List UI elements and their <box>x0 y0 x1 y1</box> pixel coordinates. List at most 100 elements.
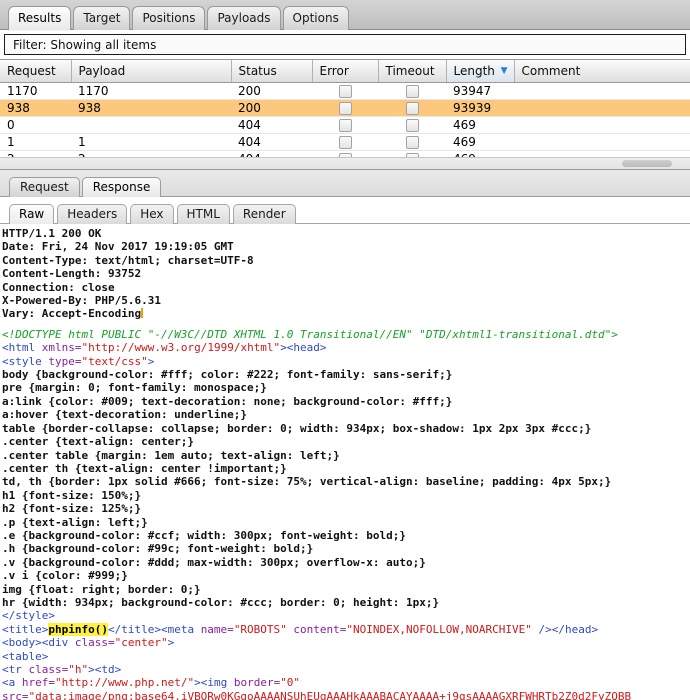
tab-html[interactable]: HTML <box>177 204 230 224</box>
col-header-error[interactable]: Error <box>312 60 378 82</box>
code-segment: .v i {color: #999;} <box>2 569 128 582</box>
tab-hex[interactable]: Hex <box>130 204 173 224</box>
response-body-line: table {border-collapse: collapse; border… <box>2 422 690 435</box>
tab-results[interactable]: Results <box>8 6 71 30</box>
timeout-checkbox[interactable] <box>406 85 419 98</box>
error-checkbox[interactable] <box>339 119 352 132</box>
response-body-line: <title>phpinfo()</title><meta name="ROBO… <box>2 623 690 636</box>
sort-descending-icon[interactable]: ▼ <box>501 66 508 76</box>
error-checkbox[interactable] <box>339 85 352 98</box>
code-segment: "NOINDEX,NOFOLLOW,NOARCHIVE" <box>346 623 531 636</box>
code-segment: img {float: right; border: 0;} <box>2 583 201 596</box>
code-segment: href= <box>22 676 55 689</box>
table-row[interactable]: 938 938 200 93939 <box>0 99 690 116</box>
response-header-line: HTTP/1.1 200 OK <box>2 227 690 240</box>
code-segment: <a <box>2 676 22 689</box>
tab-render[interactable]: Render <box>233 204 296 224</box>
col-header-status[interactable]: Status <box>231 60 312 82</box>
tab-response[interactable]: Response <box>82 177 162 197</box>
timeout-checkbox[interactable] <box>406 119 419 132</box>
code-segment: ><head> <box>280 341 326 354</box>
response-body-line: <body><div class="center"> <box>2 636 690 649</box>
tab-html-label: HTML <box>187 207 220 221</box>
timeout-checkbox[interactable] <box>406 136 419 149</box>
code-segment: .v {background-color: #ddd; max-width: 3… <box>2 556 426 569</box>
header-body-separator <box>2 321 690 328</box>
col-header-length-label: Length <box>454 64 495 78</box>
cell-comment[interactable] <box>514 116 690 133</box>
filter-bar-text: Filter: Showing all items <box>13 38 156 52</box>
response-raw-viewer[interactable]: HTTP/1.1 200 OK Date: Fri, 24 Nov 2017 1… <box>0 224 690 700</box>
cell-timeout <box>378 133 446 150</box>
response-body-line: td, th {border: 1px solid #666; font-siz… <box>2 475 690 488</box>
code-segment: <title> <box>2 623 48 636</box>
col-header-timeout[interactable]: Timeout <box>378 60 446 82</box>
cell-length: 93939 <box>446 99 514 116</box>
col-header-request[interactable]: Request <box>0 60 71 82</box>
response-body-line: .center {text-align: center;} <box>2 435 690 448</box>
tab-payloads[interactable]: Payloads <box>207 6 280 30</box>
cell-length: 93947 <box>446 82 514 99</box>
col-header-comment[interactable]: Comment <box>514 60 690 82</box>
response-header-line: Vary: Accept-Encoding <box>2 307 690 320</box>
error-checkbox[interactable] <box>339 102 352 115</box>
code-segment: h1 {font-size: 150%;} <box>2 489 141 502</box>
response-header-line: Content-Length: 93752 <box>2 267 690 280</box>
col-header-payload[interactable]: Payload <box>71 60 231 82</box>
code-segment: class= <box>75 636 115 649</box>
cell-comment[interactable] <box>514 99 690 116</box>
code-segment: </style> <box>2 609 55 622</box>
response-body-line: <style type="text/css"> <box>2 355 690 368</box>
col-header-length[interactable]: Length ▼ <box>446 60 514 82</box>
code-segment: table {border-collapse: collapse; border… <box>2 422 591 435</box>
tab-positions[interactable]: Positions <box>132 6 205 30</box>
response-body-line: </style> <box>2 609 690 622</box>
code-segment: border= <box>234 676 280 689</box>
timeout-checkbox[interactable] <box>406 170 419 171</box>
col-header-timeout-label: Timeout <box>386 64 435 78</box>
cell-comment[interactable] <box>514 82 690 99</box>
response-body-line: img {float: right; border: 0;} <box>2 583 690 596</box>
table-row[interactable]: 1170 1170 200 93947 <box>0 82 690 99</box>
cell-request: 1170 <box>0 82 71 99</box>
col-header-payload-label: Payload <box>79 64 126 78</box>
code-segment: "h" <box>68 663 88 676</box>
response-body-line: <html xmlns="http://www.w3.org/1999/xhtm… <box>2 341 690 354</box>
code-segment: phpinfo() <box>48 623 108 636</box>
tab-render-label: Render <box>243 207 286 221</box>
cell-status: 200 <box>231 82 312 99</box>
code-segment: <html <box>2 341 42 354</box>
scrollbar-thumb[interactable] <box>622 160 672 167</box>
code-segment: .p {text-align: left;} <box>2 516 148 529</box>
code-segment: "data:image/png;base64,iVBORw0KGgoAAAANS… <box>29 690 632 700</box>
tab-options[interactable]: Options <box>283 6 349 30</box>
tab-raw[interactable]: Raw <box>9 204 54 224</box>
tab-hex-label: Hex <box>140 207 163 221</box>
code-segment: "0" <box>280 676 300 689</box>
results-table: Request Payload Status Error Timeout Len… <box>0 60 690 170</box>
tab-headers[interactable]: Headers <box>57 204 127 224</box>
filter-bar[interactable]: Filter: Showing all items <box>4 34 686 55</box>
error-checkbox[interactable] <box>339 170 352 171</box>
tab-request[interactable]: Request <box>9 177 80 197</box>
response-body-block: <!DOCTYPE html PUBLIC "-//W3C//DTD XHTML… <box>2 328 690 700</box>
tab-payloads-label: Payloads <box>217 11 270 25</box>
cell-comment[interactable] <box>514 133 690 150</box>
tab-target[interactable]: Target <box>73 6 130 30</box>
code-segment: td, th {border: 1px solid #666; font-siz… <box>2 475 611 488</box>
response-body-line: a:hover {text-decoration: underline;} <box>2 408 690 421</box>
results-horizontal-scrollbar[interactable] <box>0 157 690 169</box>
response-body-line: src="data:image/png;base64,iVBORw0KGgoAA… <box>2 690 690 700</box>
response-header-line: Connection: close <box>2 281 690 294</box>
timeout-checkbox[interactable] <box>406 102 419 115</box>
col-header-request-label: Request <box>7 64 56 78</box>
cell-payload <box>71 116 231 133</box>
response-body-line: .center table {margin: 1em auto; text-al… <box>2 449 690 462</box>
table-row[interactable]: 0 404 469 <box>0 116 690 133</box>
cell-error <box>312 99 378 116</box>
cell-payload: 938 <box>71 99 231 116</box>
table-row[interactable]: 1 1 404 469 <box>0 133 690 150</box>
burp-intruder-window: Results Target Positions Payloads Option… <box>0 0 690 700</box>
error-checkbox[interactable] <box>339 136 352 149</box>
code-segment: .center {text-align: center;} <box>2 435 194 448</box>
